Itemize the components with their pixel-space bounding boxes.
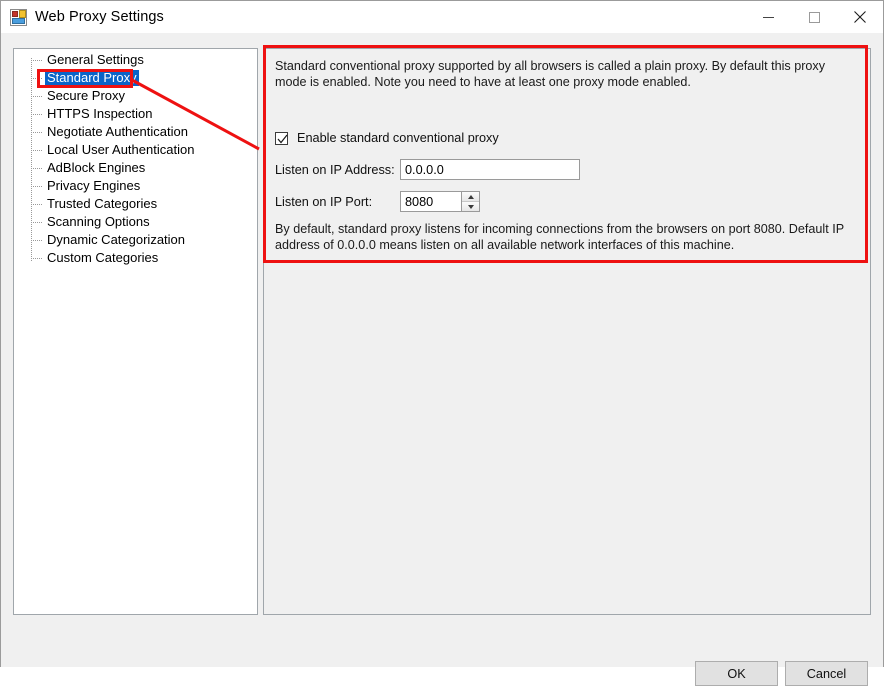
close-icon[interactable] — [837, 1, 883, 33]
panel-description: Standard conventional proxy supported by… — [275, 59, 825, 89]
checkbox-icon[interactable] — [275, 131, 288, 145]
dialog-footer: OK Cancel — [1, 627, 883, 686]
sidebar-item-adblock-engines[interactable]: AdBlock Engines — [14, 159, 257, 177]
sidebar-item-dynamic-categorization[interactable]: Dynamic Categorization — [14, 231, 257, 249]
minimize-icon[interactable] — [745, 1, 791, 33]
tree-stub-icon — [31, 258, 43, 259]
window-title: Web Proxy Settings — [35, 9, 164, 25]
tree-stub-icon — [31, 60, 43, 61]
sidebar-item-privacy-engines[interactable]: Privacy Engines — [14, 177, 257, 195]
tree-stub-icon — [31, 114, 43, 115]
sidebar-item-trusted-categories[interactable]: Trusted Categories — [14, 195, 257, 213]
listen-ip-address-row: Listen on IP Address: — [275, 159, 580, 180]
listen-ip-port-row: Listen on IP Port: — [275, 191, 480, 212]
dialog-content: General Settings Standard Proxy Secure P… — [1, 34, 883, 686]
standard-proxy-settings-panel: Standard conventional proxy supported by… — [263, 48, 871, 615]
sidebar-item-secure-proxy[interactable]: Secure Proxy — [14, 87, 257, 105]
sidebar-item-general-settings[interactable]: General Settings — [14, 51, 257, 69]
sidebar-item-standard-proxy[interactable]: Standard Proxy — [14, 69, 257, 87]
title-bar: Web Proxy Settings — [1, 1, 883, 33]
listen-ip-address-label: Listen on IP Address: — [275, 162, 395, 177]
sidebar-item-label: Custom Categories — [47, 250, 159, 265]
ok-button[interactable]: OK — [695, 661, 778, 686]
sidebar-item-label: Local User Authentication — [47, 142, 195, 157]
sidebar-item-label: Standard Proxy — [45, 70, 139, 86]
maximize-icon[interactable] — [791, 1, 837, 33]
sidebar-item-label: AdBlock Engines — [47, 160, 146, 175]
winforms-app-icon — [10, 8, 27, 26]
window-controls — [745, 1, 883, 33]
stepper-down-icon[interactable] — [462, 202, 479, 211]
cancel-button[interactable]: Cancel — [785, 661, 868, 686]
listen-ip-port-input[interactable] — [401, 192, 461, 211]
sidebar-item-label: Scanning Options — [47, 214, 150, 229]
tree-stub-icon — [31, 78, 43, 79]
enable-standard-proxy-label: Enable standard conventional proxy — [297, 131, 499, 145]
sidebar-item-label: Trusted Categories — [47, 196, 158, 211]
stepper-up-icon[interactable] — [462, 192, 479, 202]
tree-stub-icon — [31, 96, 43, 97]
listen-ip-port-stepper[interactable] — [400, 191, 480, 212]
sidebar-item-negotiate-authentication[interactable]: Negotiate Authentication — [14, 123, 257, 141]
listen-ip-port-label: Listen on IP Port: — [275, 194, 373, 209]
sidebar-item-local-user-authentication[interactable]: Local User Authentication — [14, 141, 257, 159]
listen-ip-address-input[interactable] — [400, 159, 580, 180]
stepper-buttons — [461, 192, 479, 211]
sidebar-item-custom-categories[interactable]: Custom Categories — [14, 249, 257, 267]
sidebar-item-label: Dynamic Categorization — [47, 232, 186, 247]
panel-note: By default, standard proxy listens for i… — [275, 222, 844, 252]
sidebar-item-scanning-options[interactable]: Scanning Options — [14, 213, 257, 231]
web-proxy-settings-window: Web Proxy Settings General Settings Stan… — [0, 0, 884, 686]
tree-stub-icon — [31, 222, 43, 223]
sidebar-item-label: Privacy Engines — [47, 178, 141, 193]
enable-standard-proxy-row[interactable]: Enable standard conventional proxy — [275, 131, 499, 145]
tree-stub-icon — [31, 168, 43, 169]
tree-stub-icon — [31, 204, 43, 205]
sidebar-item-label: General Settings — [47, 52, 144, 67]
tree-stub-icon — [31, 186, 43, 187]
sidebar-item-label: Secure Proxy — [47, 88, 126, 103]
tree-stub-icon — [31, 240, 43, 241]
sidebar-item-https-inspection[interactable]: HTTPS Inspection — [14, 105, 257, 123]
sidebar-item-label: HTTPS Inspection — [47, 106, 153, 121]
tree-stub-icon — [31, 132, 43, 133]
sidebar-item-label: Negotiate Authentication — [47, 124, 188, 139]
tree-stub-icon — [31, 150, 43, 151]
settings-tree[interactable]: General Settings Standard Proxy Secure P… — [13, 48, 258, 615]
